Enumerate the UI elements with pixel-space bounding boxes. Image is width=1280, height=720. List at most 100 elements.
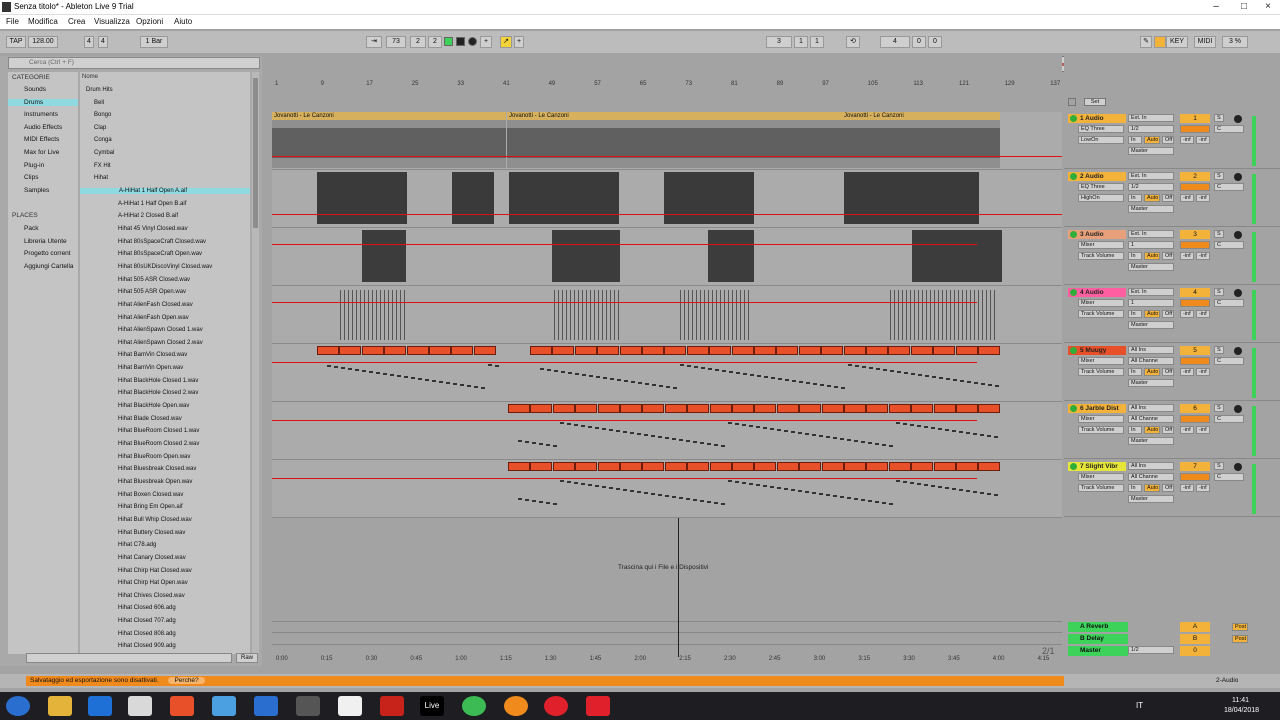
output-type[interactable]: Master — [1128, 495, 1174, 503]
file-item[interactable]: Hihat Chirp Hat Open.wav — [118, 580, 188, 586]
file-item[interactable]: A-HiHat 1 Half Open B.aif — [118, 201, 186, 207]
midi-clip[interactable] — [384, 346, 407, 355]
input-type[interactable]: Ext. In — [1128, 288, 1174, 296]
monitor-in[interactable]: In — [1128, 136, 1142, 144]
file-item[interactable]: Hihat Closed 808.adg — [118, 631, 176, 637]
track-number[interactable]: 4 — [1180, 288, 1210, 297]
parameter-chooser[interactable]: HighOn — [1078, 194, 1124, 202]
solo-button[interactable]: S — [1214, 462, 1224, 470]
audio-clip[interactable]: Jovanotti - Le Canzoni — [507, 112, 842, 168]
solo-button[interactable]: S — [1214, 230, 1224, 238]
file-item[interactable]: Hihat Chirp Hat Closed.wav — [118, 568, 192, 574]
return-track-name[interactable]: Master — [1068, 646, 1128, 656]
menu-modifica[interactable]: Modifica — [28, 17, 58, 26]
category-item[interactable]: Audio Effects — [12, 124, 62, 131]
audio-clip[interactable]: Jovanotti - Le Canzoni — [842, 112, 1000, 168]
arm-icon[interactable] — [1234, 115, 1242, 123]
track-number[interactable]: 5 — [1180, 346, 1210, 355]
category-item[interactable]: MIDI Effects — [12, 136, 59, 143]
pan-knob[interactable]: C — [1214, 183, 1244, 191]
midi-clip[interactable] — [866, 404, 889, 413]
monitor-in[interactable]: In — [1128, 310, 1142, 318]
midi-clip[interactable] — [642, 462, 665, 471]
midi-clip[interactable] — [451, 346, 474, 355]
parameter-chooser[interactable]: LowOn — [1078, 136, 1124, 144]
file-item[interactable]: Hihat Boxen Closed.wav — [118, 492, 183, 498]
place-item[interactable]: Aggiungi Cartella — [12, 263, 74, 270]
midi-clip[interactable] — [530, 462, 553, 471]
arm-icon[interactable] — [1234, 347, 1242, 355]
stop-icon[interactable] — [456, 37, 465, 46]
arm-icon[interactable] — [1234, 173, 1242, 181]
parameter-chooser[interactable]: Track Volume — [1078, 310, 1124, 318]
track-activator-icon[interactable] — [1070, 173, 1077, 180]
monitor-auto[interactable]: Auto — [1144, 252, 1160, 260]
midi-clip[interactable] — [575, 404, 598, 413]
midi-clip[interactable] — [552, 404, 575, 413]
position-beat[interactable]: 2 — [410, 36, 426, 48]
midi-clip[interactable] — [799, 404, 822, 413]
track-lane[interactable]: Jovanotti - Le Canzoni Jovanotti - Le Can… — [272, 112, 1062, 170]
input-channel[interactable]: All Channe — [1128, 415, 1174, 423]
close-icon[interactable]: × — [1254, 0, 1280, 14]
time-sig-numerator[interactable]: 4 — [84, 36, 94, 48]
file-item[interactable]: Hihat BlackHole Open.wav — [118, 403, 189, 409]
chrome-icon[interactable] — [462, 696, 486, 716]
volume-field[interactable] — [1180, 415, 1210, 423]
category-item[interactable]: Plug-in — [12, 162, 44, 169]
track-activator-icon[interactable] — [1070, 231, 1077, 238]
track-lane[interactable] — [272, 170, 1062, 228]
file-item[interactable]: Hihat BamVin Open.wav — [118, 365, 183, 371]
input-channel[interactable]: 1/2 — [1128, 183, 1174, 191]
menu-visualizza[interactable]: Visualizza — [94, 17, 130, 26]
loop-switch-icon[interactable]: ⟲ — [846, 36, 860, 48]
midi-clip[interactable] — [317, 346, 339, 355]
input-channel[interactable]: All Channe — [1128, 473, 1174, 481]
automation-line[interactable] — [272, 478, 977, 479]
audio-clip[interactable] — [317, 172, 407, 224]
pan-knob[interactable]: C — [1214, 241, 1244, 249]
file-item[interactable]: Hihat AlienFash Open.wav — [118, 315, 189, 321]
midi-clip[interactable] — [339, 346, 362, 355]
tap-button[interactable]: TAP — [6, 36, 26, 48]
midi-clip[interactable] — [508, 462, 530, 471]
return-track-name[interactable]: B Delay — [1068, 634, 1128, 644]
midi-clip[interactable] — [687, 462, 710, 471]
category-item[interactable]: Samples — [12, 187, 49, 194]
automation-arm-icon[interactable]: ↗ — [500, 36, 512, 48]
output-type[interactable]: Master — [1128, 437, 1174, 445]
midi-clip[interactable] — [709, 346, 732, 355]
folder-item[interactable]: Drum Hits — [86, 87, 113, 93]
midi-clip[interactable] — [776, 462, 799, 471]
midi-clip[interactable] — [731, 346, 754, 355]
midi-clip[interactable] — [574, 346, 597, 355]
return-letter[interactable]: A — [1180, 622, 1210, 632]
parameter-chooser[interactable]: Track Volume — [1078, 252, 1124, 260]
device-chooser[interactable]: Mixer — [1078, 357, 1124, 365]
audio-clip[interactable] — [340, 290, 406, 340]
browser-scrollbar[interactable] — [252, 72, 259, 654]
monitor-in[interactable]: In — [1128, 484, 1142, 492]
input-channel[interactable]: All Channe — [1128, 357, 1174, 365]
midi-clip[interactable] — [866, 346, 888, 355]
return-letter[interactable]: B — [1180, 634, 1210, 644]
midi-clip[interactable] — [843, 346, 866, 355]
midi-clip[interactable] — [508, 404, 530, 413]
category-item[interactable]: Instruments — [12, 111, 58, 118]
midi-clip[interactable] — [552, 346, 575, 355]
midi-clip[interactable] — [687, 404, 710, 413]
monitor-off[interactable]: Off — [1162, 368, 1174, 376]
track-activator-icon[interactable] — [1070, 347, 1077, 354]
midi-clip[interactable] — [888, 404, 911, 413]
uplay-icon[interactable] — [254, 696, 278, 716]
midi-clip[interactable] — [686, 346, 709, 355]
midi-clip[interactable] — [821, 462, 844, 471]
audio-clip[interactable] — [708, 230, 754, 282]
pan-knob[interactable]: C — [1214, 125, 1244, 133]
pan-knob[interactable]: C — [1214, 415, 1244, 423]
volume-field[interactable] — [1180, 183, 1210, 191]
track-activator-icon[interactable] — [1070, 289, 1077, 296]
automation-line[interactable] — [272, 420, 977, 421]
arm-icon[interactable] — [1234, 405, 1242, 413]
input-type[interactable]: Ext. In — [1128, 114, 1174, 122]
